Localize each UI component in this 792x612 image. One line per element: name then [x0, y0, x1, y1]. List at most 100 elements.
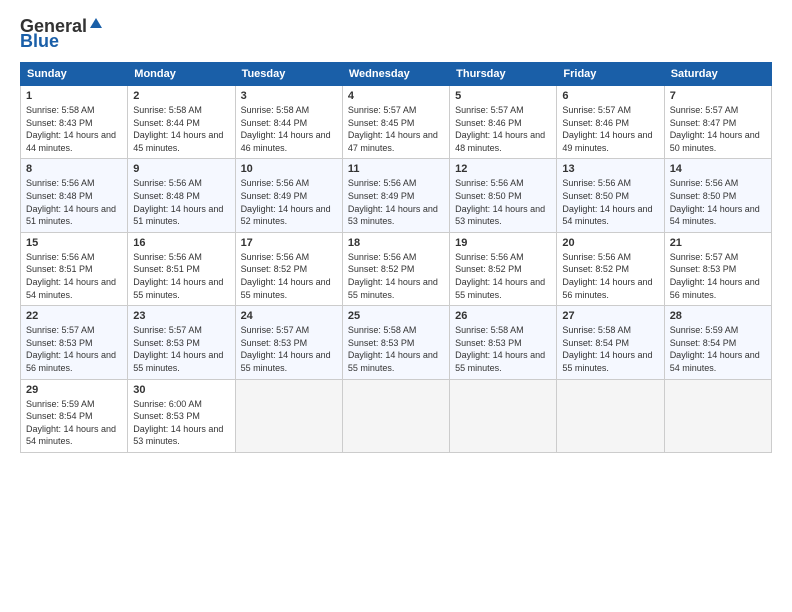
- calendar-cell: 9 Sunrise: 5:56 AMSunset: 8:48 PMDaylight…: [128, 159, 235, 232]
- calendar-cell: 30 Sunrise: 6:00 AMSunset: 8:53 PMDayligh…: [128, 379, 235, 452]
- cell-info: Sunrise: 5:58 AMSunset: 8:53 PMDaylight:…: [348, 324, 444, 374]
- cell-day-number: 19: [455, 237, 551, 249]
- cell-day-number: 3: [241, 90, 337, 102]
- calendar-week-row: 15 Sunrise: 5:56 AMSunset: 8:51 PMDayligh…: [21, 232, 772, 305]
- logo: General Blue: [20, 16, 103, 52]
- calendar-cell: 17 Sunrise: 5:56 AMSunset: 8:52 PMDayligh…: [235, 232, 342, 305]
- cell-info: Sunrise: 5:56 AMSunset: 8:50 PMDaylight:…: [562, 177, 658, 227]
- calendar-week-row: 1 Sunrise: 5:58 AMSunset: 8:43 PMDaylight…: [21, 86, 772, 159]
- calendar-cell: 5 Sunrise: 5:57 AMSunset: 8:46 PMDaylight…: [450, 86, 557, 159]
- cell-day-number: 6: [562, 90, 658, 102]
- cell-info: Sunrise: 5:57 AMSunset: 8:53 PMDaylight:…: [26, 324, 122, 374]
- cell-day-number: 9: [133, 163, 229, 175]
- calendar-cell: [450, 379, 557, 452]
- cell-day-number: 21: [670, 237, 766, 249]
- header-friday: Friday: [557, 63, 664, 86]
- calendar: SundayMondayTuesdayWednesdayThursdayFrid…: [20, 62, 772, 453]
- calendar-cell: 24Sunrise: 5:57 AMSunset: 8:53 PMDayligh…: [235, 306, 342, 379]
- cell-day-number: 28: [670, 310, 766, 322]
- calendar-week-row: 22Sunrise: 5:57 AMSunset: 8:53 PMDayligh…: [21, 306, 772, 379]
- cell-info: Sunrise: 5:57 AMSunset: 8:45 PMDaylight:…: [348, 104, 444, 154]
- cell-info: Sunrise: 5:58 AMSunset: 8:54 PMDaylight:…: [562, 324, 658, 374]
- cell-day-number: 2: [133, 90, 229, 102]
- header-wednesday: Wednesday: [342, 63, 449, 86]
- calendar-cell: 21 Sunrise: 5:57 AMSunset: 8:53 PMDayligh…: [664, 232, 771, 305]
- cell-info: Sunrise: 5:56 AMSunset: 8:48 PMDaylight:…: [133, 177, 229, 227]
- cell-info: Sunrise: 5:57 AMSunset: 8:46 PMDaylight:…: [455, 104, 551, 154]
- calendar-week-row: 8 Sunrise: 5:56 AMSunset: 8:48 PMDaylight…: [21, 159, 772, 232]
- cell-info: Sunrise: 5:58 AMSunset: 8:44 PMDaylight:…: [133, 104, 229, 154]
- cell-day-number: 15: [26, 237, 122, 249]
- calendar-cell: 4 Sunrise: 5:57 AMSunset: 8:45 PMDaylight…: [342, 86, 449, 159]
- calendar-cell: 8 Sunrise: 5:56 AMSunset: 8:48 PMDaylight…: [21, 159, 128, 232]
- cell-info: Sunrise: 5:56 AMSunset: 8:51 PMDaylight:…: [26, 251, 122, 301]
- calendar-cell: 14Sunrise: 5:56 AMSunset: 8:50 PMDayligh…: [664, 159, 771, 232]
- cell-info: Sunrise: 6:00 AMSunset: 8:53 PMDaylight:…: [133, 398, 229, 448]
- cell-day-number: 8: [26, 163, 122, 175]
- cell-day-number: 23: [133, 310, 229, 322]
- cell-day-number: 20: [562, 237, 658, 249]
- cell-day-number: 24: [241, 310, 337, 322]
- calendar-cell: 7 Sunrise: 5:57 AMSunset: 8:47 PMDaylight…: [664, 86, 771, 159]
- calendar-cell: 28 Sunrise: 5:59 AMSunset: 8:54 PMDayligh…: [664, 306, 771, 379]
- calendar-cell: 20 Sunrise: 5:56 AMSunset: 8:52 PMDayligh…: [557, 232, 664, 305]
- logo-triangle-icon: [89, 17, 103, 31]
- cell-day-number: 1: [26, 90, 122, 102]
- calendar-cell: 11 Sunrise: 5:56 AMSunset: 8:49 PMDayligh…: [342, 159, 449, 232]
- cell-info: Sunrise: 5:56 AMSunset: 8:50 PMDaylight:…: [670, 177, 766, 227]
- calendar-header-row: SundayMondayTuesdayWednesdayThursdayFrid…: [21, 63, 772, 86]
- cell-day-number: 29: [26, 384, 122, 396]
- calendar-cell: 1 Sunrise: 5:58 AMSunset: 8:43 PMDaylight…: [21, 86, 128, 159]
- cell-day-number: 4: [348, 90, 444, 102]
- header-sunday: Sunday: [21, 63, 128, 86]
- logo-blue: Blue: [20, 31, 59, 52]
- cell-day-number: 30: [133, 384, 229, 396]
- calendar-cell: 10Sunrise: 5:56 AMSunset: 8:49 PMDayligh…: [235, 159, 342, 232]
- cell-day-number: 11: [348, 163, 444, 175]
- calendar-cell: [664, 379, 771, 452]
- cell-day-number: 27: [562, 310, 658, 322]
- calendar-cell: 3 Sunrise: 5:58 AMSunset: 8:44 PMDaylight…: [235, 86, 342, 159]
- cell-info: Sunrise: 5:56 AMSunset: 8:52 PMDaylight:…: [241, 251, 337, 301]
- header-monday: Monday: [128, 63, 235, 86]
- cell-day-number: 18: [348, 237, 444, 249]
- calendar-cell: 23 Sunrise: 5:57 AMSunset: 8:53 PMDayligh…: [128, 306, 235, 379]
- calendar-cell: 27 Sunrise: 5:58 AMSunset: 8:54 PMDayligh…: [557, 306, 664, 379]
- cell-info: Sunrise: 5:58 AMSunset: 8:43 PMDaylight:…: [26, 104, 122, 154]
- cell-day-number: 17: [241, 237, 337, 249]
- calendar-cell: [235, 379, 342, 452]
- cell-info: Sunrise: 5:58 AMSunset: 8:53 PMDaylight:…: [455, 324, 551, 374]
- calendar-cell: 19Sunrise: 5:56 AMSunset: 8:52 PMDayligh…: [450, 232, 557, 305]
- calendar-cell: [557, 379, 664, 452]
- cell-info: Sunrise: 5:59 AMSunset: 8:54 PMDaylight:…: [670, 324, 766, 374]
- cell-day-number: 5: [455, 90, 551, 102]
- cell-info: Sunrise: 5:56 AMSunset: 8:48 PMDaylight:…: [26, 177, 122, 227]
- cell-day-number: 12: [455, 163, 551, 175]
- cell-info: Sunrise: 5:58 AMSunset: 8:44 PMDaylight:…: [241, 104, 337, 154]
- header: General Blue: [20, 16, 772, 52]
- cell-info: Sunrise: 5:57 AMSunset: 8:47 PMDaylight:…: [670, 104, 766, 154]
- calendar-cell: 26 Sunrise: 5:58 AMSunset: 8:53 PMDayligh…: [450, 306, 557, 379]
- cell-info: Sunrise: 5:56 AMSunset: 8:51 PMDaylight:…: [133, 251, 229, 301]
- cell-info: Sunrise: 5:56 AMSunset: 8:49 PMDaylight:…: [348, 177, 444, 227]
- page: General Blue SundayMondayTuesdayWednesda…: [0, 0, 792, 612]
- cell-day-number: 16: [133, 237, 229, 249]
- cell-info: Sunrise: 5:59 AMSunset: 8:54 PMDaylight:…: [26, 398, 122, 448]
- cell-info: Sunrise: 5:56 AMSunset: 8:52 PMDaylight:…: [348, 251, 444, 301]
- header-saturday: Saturday: [664, 63, 771, 86]
- cell-day-number: 7: [670, 90, 766, 102]
- calendar-cell: 6Sunrise: 5:57 AMSunset: 8:46 PMDaylight…: [557, 86, 664, 159]
- calendar-cell: 29 Sunrise: 5:59 AMSunset: 8:54 PMDayligh…: [21, 379, 128, 452]
- calendar-week-row: 29 Sunrise: 5:59 AMSunset: 8:54 PMDayligh…: [21, 379, 772, 452]
- calendar-cell: 15 Sunrise: 5:56 AMSunset: 8:51 PMDayligh…: [21, 232, 128, 305]
- calendar-cell: 18 Sunrise: 5:56 AMSunset: 8:52 PMDayligh…: [342, 232, 449, 305]
- cell-day-number: 26: [455, 310, 551, 322]
- cell-info: Sunrise: 5:57 AMSunset: 8:53 PMDaylight:…: [670, 251, 766, 301]
- calendar-cell: 2 Sunrise: 5:58 AMSunset: 8:44 PMDaylight…: [128, 86, 235, 159]
- cell-info: Sunrise: 5:56 AMSunset: 8:49 PMDaylight:…: [241, 177, 337, 227]
- header-thursday: Thursday: [450, 63, 557, 86]
- calendar-cell: 13Sunrise: 5:56 AMSunset: 8:50 PMDayligh…: [557, 159, 664, 232]
- cell-info: Sunrise: 5:56 AMSunset: 8:52 PMDaylight:…: [562, 251, 658, 301]
- cell-info: Sunrise: 5:57 AMSunset: 8:53 PMDaylight:…: [133, 324, 229, 374]
- calendar-cell: [342, 379, 449, 452]
